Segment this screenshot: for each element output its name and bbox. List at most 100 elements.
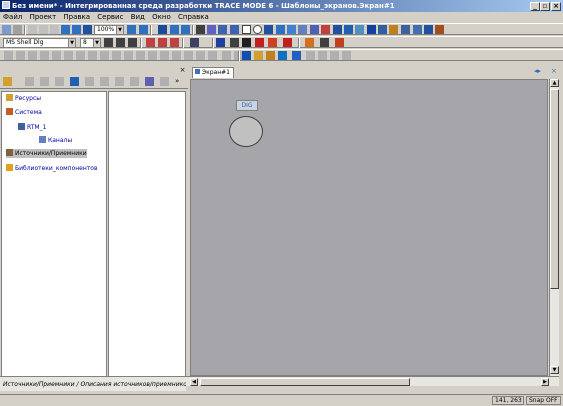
align-objects-center-icon[interactable] (16, 51, 25, 60)
close-button[interactable]: × (551, 2, 561, 11)
filter-icon[interactable] (130, 77, 139, 86)
copy-icon[interactable] (39, 25, 48, 34)
instrument-icon[interactable] (389, 25, 398, 34)
redo-icon[interactable] (13, 25, 22, 34)
minimize-button[interactable]: _ (530, 2, 540, 11)
new-doc-icon[interactable] (242, 51, 251, 60)
menu-project[interactable]: Проект (30, 13, 57, 21)
scroll-up-icon[interactable]: ▲ (550, 79, 559, 87)
gradient-icon[interactable] (335, 38, 344, 47)
button-icon[interactable] (276, 25, 285, 34)
text-icon[interactable] (218, 25, 227, 34)
bold-icon[interactable] (146, 38, 155, 47)
menu-help[interactable]: Справка (178, 13, 209, 21)
table-icon[interactable] (333, 25, 342, 34)
properties-icon[interactable] (70, 77, 79, 86)
refresh-icon[interactable] (181, 25, 190, 34)
zoom-select-icon[interactable] (139, 25, 148, 34)
align-objects-bottom-icon[interactable] (64, 51, 73, 60)
grid-icon[interactable] (170, 25, 179, 34)
align-center-icon[interactable] (116, 38, 125, 47)
same-width-icon[interactable] (100, 51, 109, 60)
rotate-icon[interactable] (196, 51, 205, 60)
tree-item-system[interactable]: Система (6, 108, 42, 117)
menu-service[interactable]: Сервис (97, 13, 123, 21)
dig-indicator[interactable] (229, 116, 263, 147)
binoculars-icon[interactable] (145, 77, 154, 86)
paint-bucket-icon[interactable] (305, 38, 314, 47)
fill-color-icon[interactable] (268, 38, 277, 47)
paste-object-icon[interactable] (115, 77, 124, 86)
same-height-icon[interactable] (112, 51, 121, 60)
line-width-icon[interactable] (216, 38, 225, 47)
align-objects-right-icon[interactable] (28, 51, 37, 60)
delete-icon[interactable] (25, 77, 34, 86)
tree-item-io[interactable]: Источники/Приемники (6, 149, 87, 158)
menu-window[interactable]: Окно (152, 13, 171, 21)
tree-item-channels[interactable]: Каналы (39, 136, 72, 145)
title-bar[interactable]: Без имени* - Интегрированная среда разра… (0, 0, 563, 12)
snap-status[interactable]: Snap OFF (526, 396, 561, 405)
scroll-right-icon[interactable]: ▶ (541, 378, 549, 386)
compile-icon[interactable] (278, 51, 287, 60)
tab-screen1[interactable]: Экран#1 (192, 67, 234, 78)
line-color-icon[interactable] (255, 38, 264, 47)
project-folder-icon[interactable] (3, 77, 12, 86)
vertical-scrollbar[interactable]: ▲ ▼ (549, 79, 559, 376)
slider-icon[interactable] (424, 25, 433, 34)
flip-icon[interactable] (184, 51, 193, 60)
pipe-icon[interactable] (264, 25, 273, 34)
send-back-icon[interactable] (172, 51, 181, 60)
step-icon[interactable] (318, 51, 327, 60)
copy-object-icon[interactable] (100, 77, 109, 86)
scroll-left-icon[interactable]: ◀ (190, 378, 198, 386)
pointer-icon[interactable] (196, 25, 205, 34)
italic-icon[interactable] (158, 38, 167, 47)
paste-icon[interactable] (50, 25, 59, 34)
align-objects-top-icon[interactable] (40, 51, 49, 60)
unlock-icon[interactable] (222, 51, 231, 60)
zoom-combo[interactable]: 100% ▼ (94, 25, 124, 35)
sound-icon[interactable] (435, 25, 444, 34)
cut-icon[interactable] (28, 25, 37, 34)
scroll-down-icon[interactable]: ▼ (550, 366, 559, 374)
nav-arrows-icon[interactable]: ◂▸ (534, 67, 541, 75)
ole-icon[interactable] (367, 25, 376, 34)
maximize-button[interactable]: ▫ (540, 2, 550, 11)
fit-page-icon[interactable] (158, 25, 167, 34)
align-right-icon[interactable] (128, 38, 137, 47)
tree-item-rtm1[interactable]: RTM_1 (18, 123, 46, 132)
zoom-in-icon[interactable] (61, 25, 70, 34)
undo-icon[interactable] (2, 25, 11, 34)
zoom-area-icon[interactable] (127, 25, 136, 34)
align-objects-middle-icon[interactable] (52, 51, 61, 60)
underline-icon[interactable] (170, 38, 179, 47)
line-end-icon[interactable] (242, 38, 251, 47)
bottom-tab[interactable]: Источники/Приемники / Описания источнико… (0, 380, 186, 391)
watch-icon[interactable] (342, 51, 351, 60)
vscroll-thumb[interactable] (550, 89, 559, 289)
close-tab-icon[interactable]: × (551, 67, 557, 75)
zoom-out-icon[interactable] (72, 25, 81, 34)
hscroll-thumb[interactable] (200, 378, 410, 386)
bar-icon[interactable] (401, 25, 410, 34)
rectangle-icon[interactable] (242, 25, 251, 34)
forward-icon[interactable] (55, 77, 64, 86)
distribute-h-icon[interactable] (76, 51, 85, 60)
line-style-icon[interactable] (230, 38, 239, 47)
dig-label[interactable]: DIG (236, 100, 258, 111)
font-name-combo[interactable]: MS Shell Dlg ▼ (3, 38, 76, 48)
tree-view-icon[interactable] (160, 77, 169, 86)
alarm-icon[interactable] (321, 25, 330, 34)
stop-icon[interactable] (330, 51, 339, 60)
back-icon[interactable] (40, 77, 49, 86)
menu-view[interactable]: Вид (131, 13, 145, 21)
menu-edit[interactable]: Правка (63, 13, 90, 21)
graph-icon[interactable] (298, 25, 307, 34)
new-object-icon[interactable] (85, 77, 94, 86)
activex-icon[interactable] (378, 25, 387, 34)
tree-item-resources[interactable]: Ресурсы (6, 94, 41, 103)
font-color-icon[interactable] (190, 38, 199, 47)
video-icon[interactable] (344, 25, 353, 34)
picture-icon[interactable] (287, 25, 296, 34)
